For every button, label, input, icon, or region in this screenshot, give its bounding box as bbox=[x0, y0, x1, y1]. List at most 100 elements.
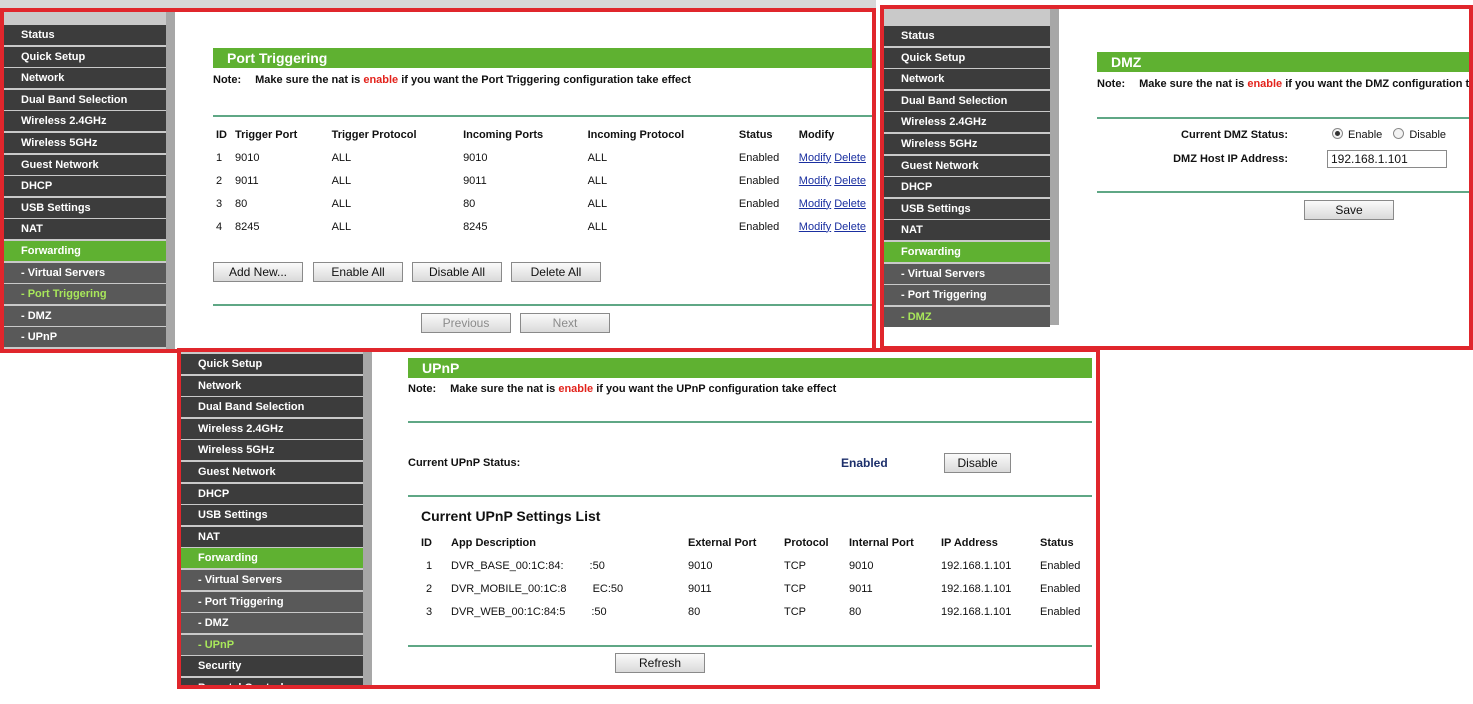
menu-status[interactable]: Status bbox=[884, 26, 1050, 46]
menu-wireless-5[interactable]: Wireless 5GHz bbox=[181, 440, 363, 461]
menu-forwarding[interactable]: Forwarding bbox=[4, 240, 166, 261]
dmz-status-label: Current DMZ Status: bbox=[1181, 129, 1288, 141]
menu-security[interactable]: Security bbox=[181, 656, 363, 677]
menu-wireless-24[interactable]: Wireless 2.4GHz bbox=[4, 111, 166, 132]
menu-nat[interactable]: NAT bbox=[884, 220, 1050, 241]
sidebar-menu: Status Quick Setup Network Dual Band Sel… bbox=[4, 25, 166, 348]
menu-wireless-5[interactable]: Wireless 5GHz bbox=[884, 133, 1050, 154]
cell-status: Enabled bbox=[1040, 605, 1081, 618]
port-triggering-content: Port Triggering Note: Make sure the nat i… bbox=[185, 12, 872, 349]
window-top-strip bbox=[0, 0, 876, 8]
modify-link[interactable]: Modify bbox=[799, 152, 831, 164]
menu-port-triggering[interactable]: - Port Triggering bbox=[884, 285, 1050, 306]
cell-incoming-ports: 9010 bbox=[463, 151, 488, 164]
menu-port-triggering[interactable]: - Port Triggering bbox=[4, 284, 166, 305]
menu-status[interactable]: Status bbox=[4, 25, 166, 45]
cell-internal-port: 80 bbox=[849, 605, 862, 618]
cell-id: 3 bbox=[426, 605, 433, 618]
next-button[interactable]: Next bbox=[520, 313, 610, 333]
menu-dmz[interactable]: - DMZ bbox=[181, 613, 363, 634]
menu-virtual-servers[interactable]: - Virtual Servers bbox=[4, 262, 166, 283]
menu-guest-network[interactable]: Guest Network bbox=[4, 154, 166, 175]
disable-button[interactable]: Disable bbox=[944, 453, 1011, 473]
table-header-row: ID Trigger Port Trigger Protocol Incomin… bbox=[213, 123, 872, 146]
menu-dmz[interactable]: - DMZ bbox=[884, 306, 1050, 327]
menu-dhcp[interactable]: DHCP bbox=[4, 176, 166, 197]
menu-network[interactable]: Network bbox=[4, 68, 166, 89]
delete-link[interactable]: Delete bbox=[834, 175, 866, 187]
delete-link[interactable]: Delete bbox=[834, 221, 866, 233]
cell-incoming-protocol: ALL bbox=[587, 197, 608, 210]
menu-guest-network[interactable]: Guest Network bbox=[181, 461, 363, 482]
previous-button[interactable]: Previous bbox=[421, 313, 511, 333]
menu-guest-network[interactable]: Guest Network bbox=[884, 155, 1050, 176]
col-status: Status bbox=[1040, 536, 1074, 549]
delete-link[interactable]: Delete bbox=[834, 152, 866, 164]
menu-wireless-5[interactable]: Wireless 5GHz bbox=[4, 132, 166, 153]
menu-dhcp[interactable]: DHCP bbox=[884, 177, 1050, 198]
menu-usb-settings[interactable]: USB Settings bbox=[181, 505, 363, 526]
col-app-description: App Description bbox=[451, 536, 536, 549]
menu-parental-control[interactable]: Parental Control bbox=[181, 677, 363, 685]
menu-nat[interactable]: NAT bbox=[4, 219, 166, 240]
menu-virtual-servers[interactable]: - Virtual Servers bbox=[181, 569, 363, 590]
cell-external-port: 9011 bbox=[688, 582, 712, 595]
menu-quick-setup[interactable]: Quick Setup bbox=[181, 354, 363, 374]
menu-dual-band[interactable]: Dual Band Selection bbox=[884, 90, 1050, 111]
menu-upnp[interactable]: - UPnP bbox=[4, 327, 166, 348]
cell-app-description: DVR_MOBILE_00:1C:8 EC:50 bbox=[448, 577, 685, 600]
menu-forwarding[interactable]: Forwarding bbox=[884, 241, 1050, 262]
cell-incoming-protocol: ALL bbox=[587, 151, 608, 164]
note: Note: Make sure the nat is enable if you … bbox=[213, 74, 691, 86]
enable-radio-label: Enable bbox=[1348, 129, 1383, 141]
cell-protocol: TCP bbox=[784, 559, 806, 572]
menu-usb-settings[interactable]: USB Settings bbox=[4, 197, 166, 218]
cell-trigger-protocol: ALL bbox=[331, 174, 352, 187]
cell-id: 2 bbox=[426, 582, 433, 595]
menu-forwarding[interactable]: Forwarding bbox=[181, 548, 363, 569]
save-button[interactable]: Save bbox=[1304, 200, 1394, 220]
delete-link[interactable]: Delete bbox=[834, 198, 866, 210]
cell-external-port: 9010 bbox=[688, 559, 713, 572]
dmz-host-ip-input[interactable]: 192.168.1.101 bbox=[1327, 150, 1447, 168]
menu-dual-band[interactable]: Dual Band Selection bbox=[4, 89, 166, 110]
menu-dmz[interactable]: - DMZ bbox=[4, 305, 166, 326]
menu-port-triggering[interactable]: - Port Triggering bbox=[181, 591, 363, 612]
menu-dhcp[interactable]: DHCP bbox=[181, 483, 363, 504]
menu-nat[interactable]: NAT bbox=[181, 526, 363, 547]
note-text-post: if you want the UPnP configuration take … bbox=[596, 383, 837, 395]
disable-all-button[interactable]: Disable All bbox=[412, 262, 502, 282]
disable-radio[interactable] bbox=[1393, 128, 1405, 139]
cell-incoming-protocol: ALL bbox=[587, 174, 608, 187]
delete-all-button[interactable]: Delete All bbox=[511, 262, 601, 282]
menu-upnp[interactable]: - UPnP bbox=[181, 634, 363, 655]
cell-id: 2 bbox=[216, 174, 223, 187]
menu-wireless-24[interactable]: Wireless 2.4GHz bbox=[181, 418, 363, 439]
menu-wireless-24[interactable]: Wireless 2.4GHz bbox=[884, 112, 1050, 133]
menu-network[interactable]: Network bbox=[181, 375, 363, 396]
col-ip-address: IP Address bbox=[941, 536, 998, 549]
enable-all-button[interactable]: Enable All bbox=[313, 262, 403, 282]
cell-incoming-ports: 80 bbox=[463, 197, 476, 210]
add-new-button[interactable]: Add New... bbox=[213, 262, 303, 282]
refresh-button[interactable]: Refresh bbox=[615, 653, 705, 673]
menu-dual-band[interactable]: Dual Band Selection bbox=[181, 397, 363, 418]
modify-link[interactable]: Modify bbox=[799, 198, 831, 210]
cell-status: Enabled bbox=[738, 174, 780, 187]
modify-link[interactable]: Modify bbox=[799, 175, 831, 187]
cell-trigger-port: 9011 bbox=[234, 174, 259, 187]
modify-link[interactable]: Modify bbox=[799, 221, 831, 233]
divider bbox=[1097, 117, 1469, 119]
menu-network[interactable]: Network bbox=[884, 69, 1050, 90]
cell-status: Enabled bbox=[1040, 582, 1081, 595]
cell-modify: Modify Delete bbox=[796, 146, 872, 169]
menu-usb-settings[interactable]: USB Settings bbox=[884, 198, 1050, 219]
menu-quick-setup[interactable]: Quick Setup bbox=[884, 47, 1050, 68]
note: Note: Make sure the nat is enable if you … bbox=[1097, 78, 1469, 90]
menu-virtual-servers[interactable]: - Virtual Servers bbox=[884, 263, 1050, 284]
enable-radio[interactable] bbox=[1332, 128, 1343, 139]
cell-ip-address: 192.168.1.101 bbox=[941, 582, 1012, 595]
cell-ip-address: 192.168.1.101 bbox=[941, 559, 1012, 572]
note-text-pre: Make sure the nat is bbox=[450, 383, 556, 395]
menu-quick-setup[interactable]: Quick Setup bbox=[4, 46, 166, 67]
